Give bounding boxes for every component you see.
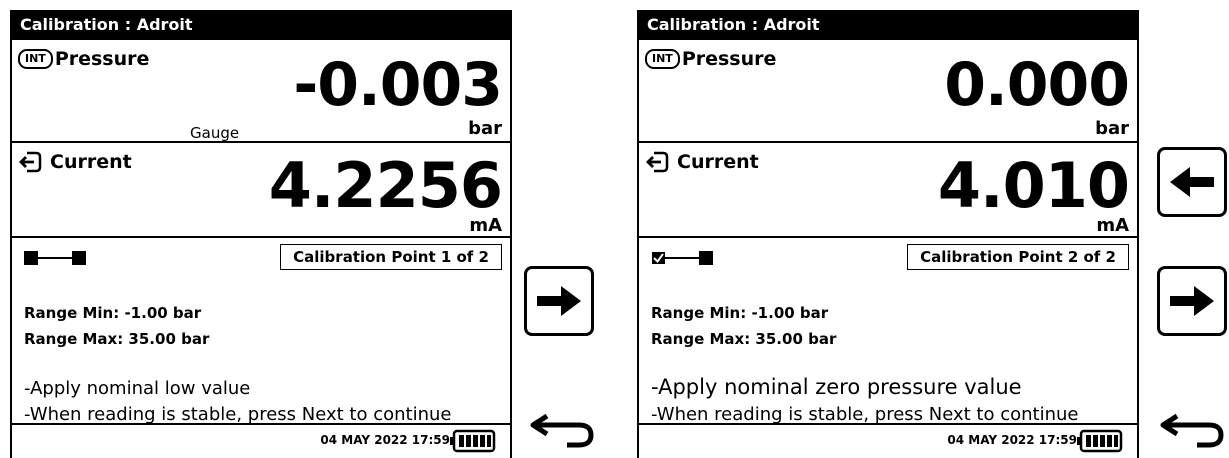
pressure-label: Pressure [681, 48, 777, 70]
current-reading: 4.2256 [268, 149, 503, 222]
pressure-mode: Gauge [190, 124, 240, 142]
window-title: Calibration : Adroit [637, 10, 1139, 40]
pressure-label: Pressure [54, 48, 150, 70]
instruction-2: -When reading is stable, press Next to c… [24, 404, 452, 425]
datetime: 04 MAY 2022 17:59 [947, 433, 1077, 447]
instruction-2: -When reading is stable, press Next to c… [651, 404, 1079, 425]
current-panel: Current 4.2256 mA [12, 143, 510, 238]
window-title: Calibration : Adroit [10, 10, 512, 40]
arrow-left-icon [1170, 167, 1214, 197]
calibration-progress-icon [652, 251, 713, 265]
calibration-point-label: Calibration Point 1 of 2 [280, 244, 502, 270]
calibration-panel: Calibration Point 2 of 2 Range Min: -1.0… [639, 238, 1137, 425]
int-badge: INT [645, 49, 680, 69]
current-unit: mA [1096, 215, 1129, 236]
pressure-unit: bar [468, 118, 502, 139]
previous-button[interactable] [1157, 147, 1227, 217]
return-arrow-icon[interactable] [1157, 410, 1227, 450]
current-input-icon [19, 151, 42, 173]
pressure-reading: 0.000 [944, 50, 1130, 120]
return-arrow-icon[interactable] [527, 410, 597, 450]
next-button[interactable] [524, 266, 594, 336]
next-button[interactable] [1157, 266, 1227, 336]
current-label: Current [677, 151, 759, 173]
pressure-unit: bar [1095, 118, 1129, 139]
calibration-screen-1: Calibration : Adroit INT Pressure -0.003… [10, 10, 512, 458]
range-min: Range Min: -1.00 bar [24, 304, 202, 322]
calibration-panel: Calibration Point 1 of 2 Range Min: -1.0… [12, 238, 510, 425]
instruction-1: -Apply nominal low value [24, 378, 251, 399]
calibration-progress-icon [24, 251, 86, 265]
range-min: Range Min: -1.00 bar [651, 304, 829, 322]
current-label: Current [50, 151, 132, 173]
pressure-panel: INT Pressure 0.000 bar [639, 40, 1137, 143]
current-reading: 4.010 [937, 149, 1130, 222]
arrow-right-icon [537, 286, 581, 316]
battery-icon [450, 429, 496, 453]
calibration-screen-2: Calibration : Adroit INT Pressure 0.000 … [637, 10, 1139, 458]
range-max: Range Max: 35.00 bar [24, 330, 210, 348]
current-input-icon [646, 151, 669, 173]
calibration-point-label: Calibration Point 2 of 2 [907, 244, 1129, 270]
instruction-1: -Apply nominal zero pressure value [651, 375, 1022, 399]
range-max: Range Max: 35.00 bar [651, 330, 837, 348]
pressure-reading: -0.003 [293, 50, 503, 120]
datetime: 04 MAY 2022 17:59 [320, 433, 450, 447]
battery-icon [1077, 429, 1123, 453]
pressure-panel: INT Pressure -0.003 Gauge bar [12, 40, 510, 143]
int-badge: INT [18, 49, 53, 69]
arrow-right-icon [1170, 286, 1214, 316]
current-unit: mA [469, 215, 502, 236]
status-bar: 04 MAY 2022 17:59 [639, 425, 1137, 458]
status-bar: 04 MAY 2022 17:59 [12, 425, 510, 458]
current-panel: Current 4.010 mA [639, 143, 1137, 238]
